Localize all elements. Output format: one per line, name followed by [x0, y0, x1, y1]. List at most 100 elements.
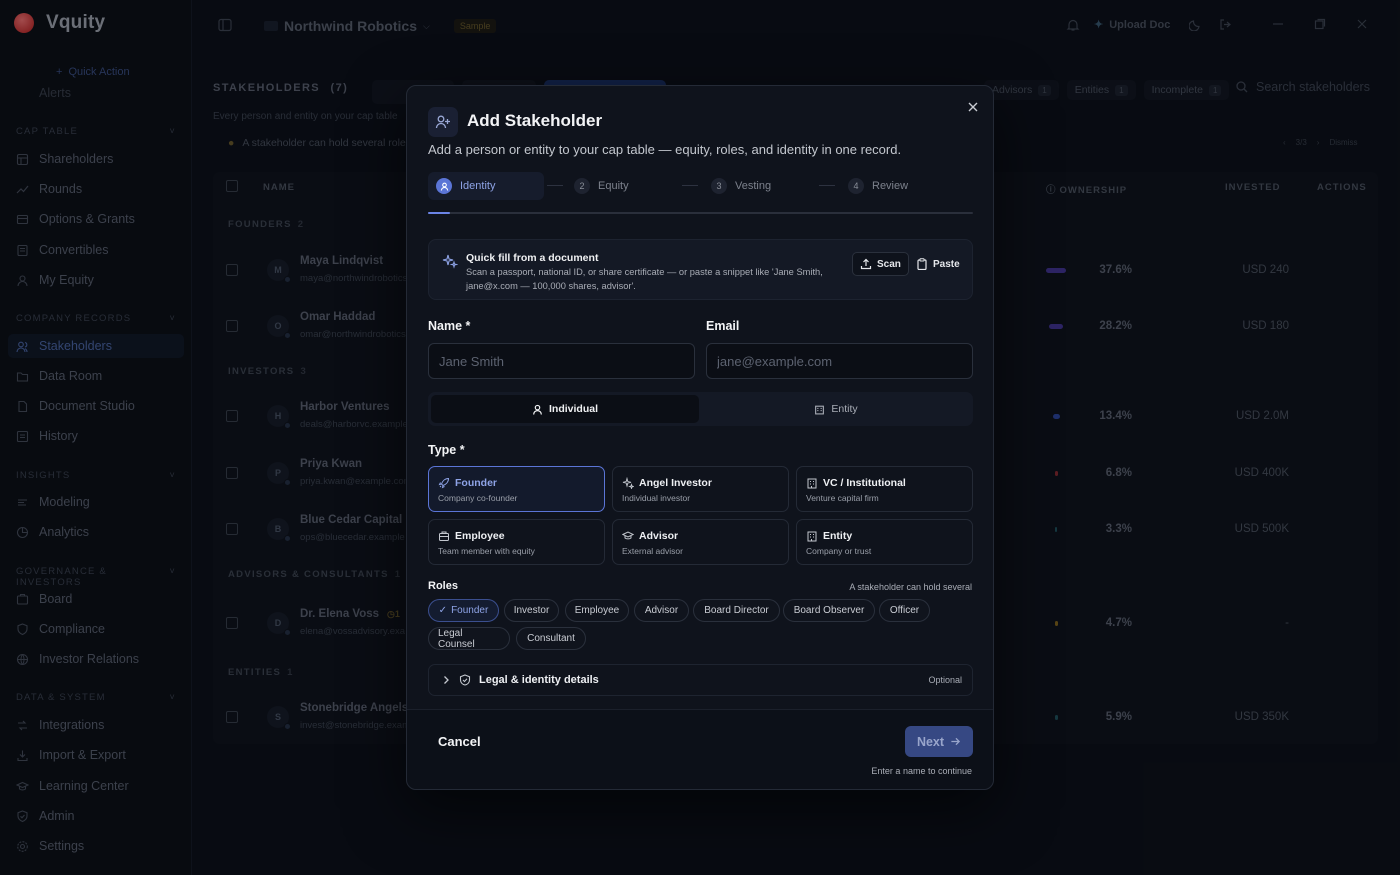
close-icon[interactable] [965, 99, 981, 115]
step-separator [682, 185, 698, 186]
user-icon [436, 178, 452, 194]
role-chip-founder[interactable]: ✓ Founder [428, 599, 499, 622]
role-chip-label: Employee [574, 605, 620, 616]
step-number: 2 [574, 178, 590, 194]
role-chip-investor[interactable]: Investor [504, 599, 559, 622]
kind-entity-option[interactable]: Entity [702, 395, 970, 423]
step-label: Equity [598, 180, 629, 192]
step-progress-track [428, 212, 973, 214]
type-option-name: Founder [455, 477, 497, 489]
add-stakeholder-modal: Add Stakeholder Add a person or entity t… [406, 85, 994, 790]
step-label: Identity [460, 180, 496, 192]
step-separator [819, 185, 835, 186]
quick-fill-title: Quick fill from a document [466, 252, 599, 264]
cancel-button[interactable]: Cancel [438, 734, 481, 749]
step-number: 3 [711, 178, 727, 194]
email-label: Email [706, 319, 740, 333]
type-label: Type * [428, 443, 465, 457]
step-vesting[interactable]: 3 Vesting [711, 172, 771, 200]
type-option-description: Team member with equity [438, 546, 535, 556]
email-input[interactable] [706, 343, 973, 379]
upload-icon [860, 258, 872, 270]
arrow-right-icon [951, 737, 961, 746]
building-icon [806, 530, 818, 542]
step-label: Review [872, 180, 909, 192]
chevron-right-icon [441, 675, 451, 685]
legal-details-expander[interactable]: Legal & identity details Optional [428, 664, 973, 696]
type-option-founder[interactable]: Founder Company co-founder [428, 466, 605, 512]
next-button[interactable]: Next [905, 726, 973, 757]
role-chip-advisor[interactable]: Advisor [634, 599, 689, 622]
name-input[interactable] [428, 343, 695, 379]
kind-individual-option[interactable]: Individual [431, 395, 699, 423]
type-option-advisor[interactable]: Advisor External advisor [612, 519, 789, 565]
role-chip-label: Legal Counsel [438, 627, 475, 650]
rocket-icon [438, 477, 450, 489]
type-option-name: Angel Investor [639, 477, 712, 489]
type-option-name: Entity [823, 530, 853, 542]
type-option-entity[interactable]: Entity Company or trust [796, 519, 973, 565]
type-option-employee[interactable]: Employee Team member with equity [428, 519, 605, 565]
type-option-description: Venture capital firm [806, 493, 879, 503]
roles-hint: A stakeholder can hold several [849, 582, 972, 592]
building-icon [815, 405, 825, 414]
legal-details-label: Legal & identity details [479, 674, 599, 686]
role-chip-board-director[interactable]: Board Director [693, 599, 780, 622]
paste-label: Paste [933, 258, 960, 270]
stepper: Identity 2 Equity 3 Vesting 4 Review [428, 172, 973, 202]
step-progress-fill [428, 212, 450, 214]
name-label: Name * [428, 319, 471, 333]
stakeholder-kind-toggle: Individual Entity [428, 392, 973, 426]
type-option-description: Company or trust [806, 546, 872, 556]
next-hint: Enter a name to continue [871, 766, 972, 776]
role-chip-legal-counsel[interactable]: Legal Counsel [428, 627, 510, 650]
role-chip-employee[interactable]: Employee [565, 599, 629, 622]
sparkles-icon [442, 253, 458, 269]
step-review[interactable]: 4 Review [848, 172, 908, 200]
scan-label: Scan [877, 258, 901, 270]
sparkles-icon [622, 477, 634, 489]
role-chip-label: Advisor [644, 605, 679, 616]
step-identity[interactable]: Identity [428, 172, 544, 200]
role-chip-label: Founder [451, 605, 489, 616]
user-icon [533, 404, 542, 415]
type-option-name: Advisor [639, 530, 679, 542]
role-chip-label: Consultant [527, 633, 575, 644]
type-option-description: Individual investor [622, 493, 691, 503]
type-option-name: VC / Institutional [823, 477, 906, 489]
role-chip-board-observer[interactable]: Board Observer [783, 599, 875, 622]
role-chip-label: Board Director [704, 605, 769, 616]
step-number: 4 [848, 178, 864, 194]
role-chip-label: Officer [889, 605, 920, 616]
next-label: Next [916, 734, 945, 749]
kind-individual-label: Individual [548, 403, 598, 415]
building-icon [806, 477, 818, 489]
roles-label: Roles [428, 580, 458, 592]
kind-entity-label: Entity [831, 403, 858, 415]
quick-fill-panel: Quick fill from a document Scan a passpo… [428, 239, 973, 300]
type-option-vc-institutional[interactable]: VC / Institutional Venture capital firm [796, 466, 973, 512]
check-icon: ✓ [438, 605, 448, 616]
role-chip-label: Investor [513, 605, 550, 616]
user-plus-icon [428, 107, 458, 137]
step-label: Vesting [735, 180, 772, 192]
optional-tag: Optional [928, 675, 962, 685]
briefcase-icon [438, 530, 450, 542]
scan-button[interactable]: Scan [852, 252, 909, 276]
role-chip-consultant[interactable]: Consultant [516, 627, 586, 650]
step-equity[interactable]: 2 Equity [574, 172, 629, 200]
role-chip-officer[interactable]: Officer [879, 599, 930, 622]
type-option-description: Company co-founder [438, 493, 518, 503]
role-chip-label: Board Observer [793, 605, 865, 616]
modal-title: Add Stakeholder [467, 111, 603, 130]
modal-subtitle: Add a person or entity to your cap table… [428, 142, 902, 157]
step-separator [547, 185, 563, 186]
shield-check-icon [459, 674, 471, 686]
clipboard-icon [917, 258, 927, 270]
modal-footer: Cancel Next Enter a name to continue [407, 709, 993, 789]
paste-button[interactable]: Paste [909, 252, 967, 276]
type-option-description: External advisor [622, 546, 683, 556]
type-option-name: Employee [455, 530, 505, 542]
graduation-cap-icon [622, 530, 634, 542]
type-option-angel-investor[interactable]: Angel Investor Individual investor [612, 466, 789, 512]
